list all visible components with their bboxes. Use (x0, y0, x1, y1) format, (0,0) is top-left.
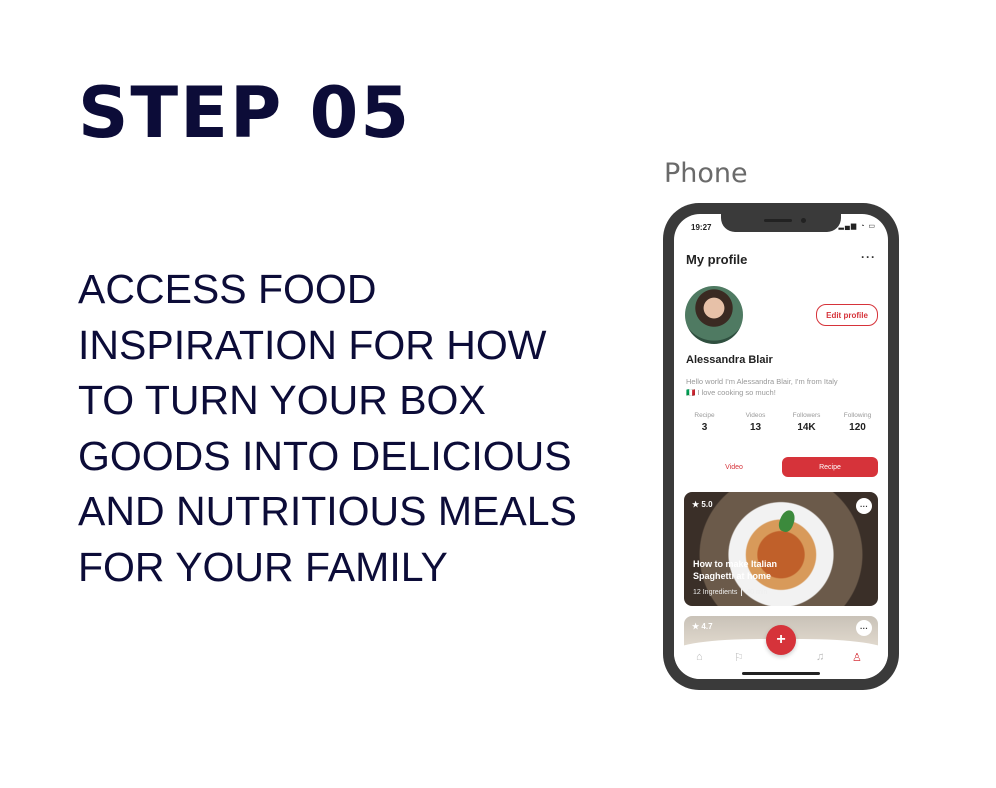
stat-value: 14K (797, 422, 816, 433)
phone-screen: 19:27 ▂▄▆ ◔ ▭ My profile ··· Edit profil… (674, 214, 888, 679)
home-indicator (742, 672, 820, 675)
rating-badge: ★ 5.0 (692, 500, 713, 509)
stat-value: 13 (749, 422, 762, 433)
notch-camera (801, 218, 806, 223)
phone-notch (721, 214, 841, 232)
description-line: INSPIRATION FOR HOW (78, 321, 547, 368)
more-icon[interactable]: ··· (861, 250, 876, 264)
card-more-icon[interactable]: ··· (856, 620, 872, 636)
ingredients-count: 12 Ingredients (693, 588, 738, 596)
page-title: My profile (686, 252, 748, 267)
tab-recipe[interactable]: Recipe (782, 457, 878, 477)
user-name: Alessandra Blair (686, 354, 773, 366)
recipe-meta: 12 Ingredients 40 min (693, 588, 767, 596)
bottom-navigation: ⌂ ⚐ + ♫ ♙ (674, 625, 888, 679)
recipe-title: How to make Italian Spaghetti at home (693, 559, 778, 581)
stat-following[interactable]: Following 120 (835, 412, 880, 433)
home-icon[interactable]: ⌂ (696, 651, 703, 663)
add-button[interactable]: + (766, 625, 796, 655)
cook-time: 40 min (746, 588, 768, 596)
stat-label: Followers (792, 412, 821, 419)
stat-value: 120 (849, 422, 866, 433)
stat-label: Videos (745, 412, 766, 419)
tab-video[interactable]: Video (686, 457, 782, 477)
stat-videos[interactable]: Videos 13 (733, 412, 778, 433)
stat-followers[interactable]: Followers 14K (784, 412, 829, 433)
device-label: Phone (664, 158, 748, 189)
phone-mockup: 19:27 ▂▄▆ ◔ ▭ My profile ··· Edit profil… (663, 203, 899, 690)
basil-garnish (776, 508, 798, 534)
stat-label: Following (843, 412, 872, 419)
description-line: TO TURN YOUR BOX (78, 377, 486, 423)
rating-badge: ★ 4.7 (692, 622, 713, 631)
description-line: ACCESS FOOD (78, 266, 377, 312)
step-title: STEP 05 (78, 72, 412, 154)
status-time: 19:27 (691, 223, 712, 232)
description-line: AND NUTRITIOUS MEALS (78, 488, 577, 534)
description-line: FOR YOUR FAMILY (78, 543, 448, 590)
step-description: ACCESS FOOD INSPIRATION FOR HOW TO TURN … (78, 262, 638, 595)
user-bio: Hello world I'm Alessandra Blair, I'm fr… (686, 377, 838, 397)
bookmark-icon[interactable]: ⚐ (734, 651, 744, 664)
avatar[interactable] (685, 286, 743, 344)
edit-profile-button[interactable]: Edit profile (816, 304, 878, 326)
profile-stats: Recipe 3 Videos 13 Followers 14K Followi… (682, 412, 880, 433)
stat-label: Recipe (694, 412, 715, 419)
content-tabs: Video Recipe (686, 457, 878, 477)
profile-icon[interactable]: ♙ (852, 651, 862, 664)
description-line: GOODS INTO DELICIOUS (78, 432, 572, 479)
notification-icon[interactable]: ♫ (816, 651, 824, 663)
stat-recipe[interactable]: Recipe 3 (682, 412, 727, 433)
stat-value: 3 (701, 422, 708, 433)
recipe-card[interactable]: ★ 5.0 ··· How to make Italian Spaghetti … (684, 492, 878, 606)
status-icons: ▂▄▆ ◔ ▭ (838, 223, 876, 230)
card-more-icon[interactable]: ··· (856, 498, 872, 514)
meta-divider (741, 588, 743, 596)
notch-speaker (764, 219, 792, 222)
